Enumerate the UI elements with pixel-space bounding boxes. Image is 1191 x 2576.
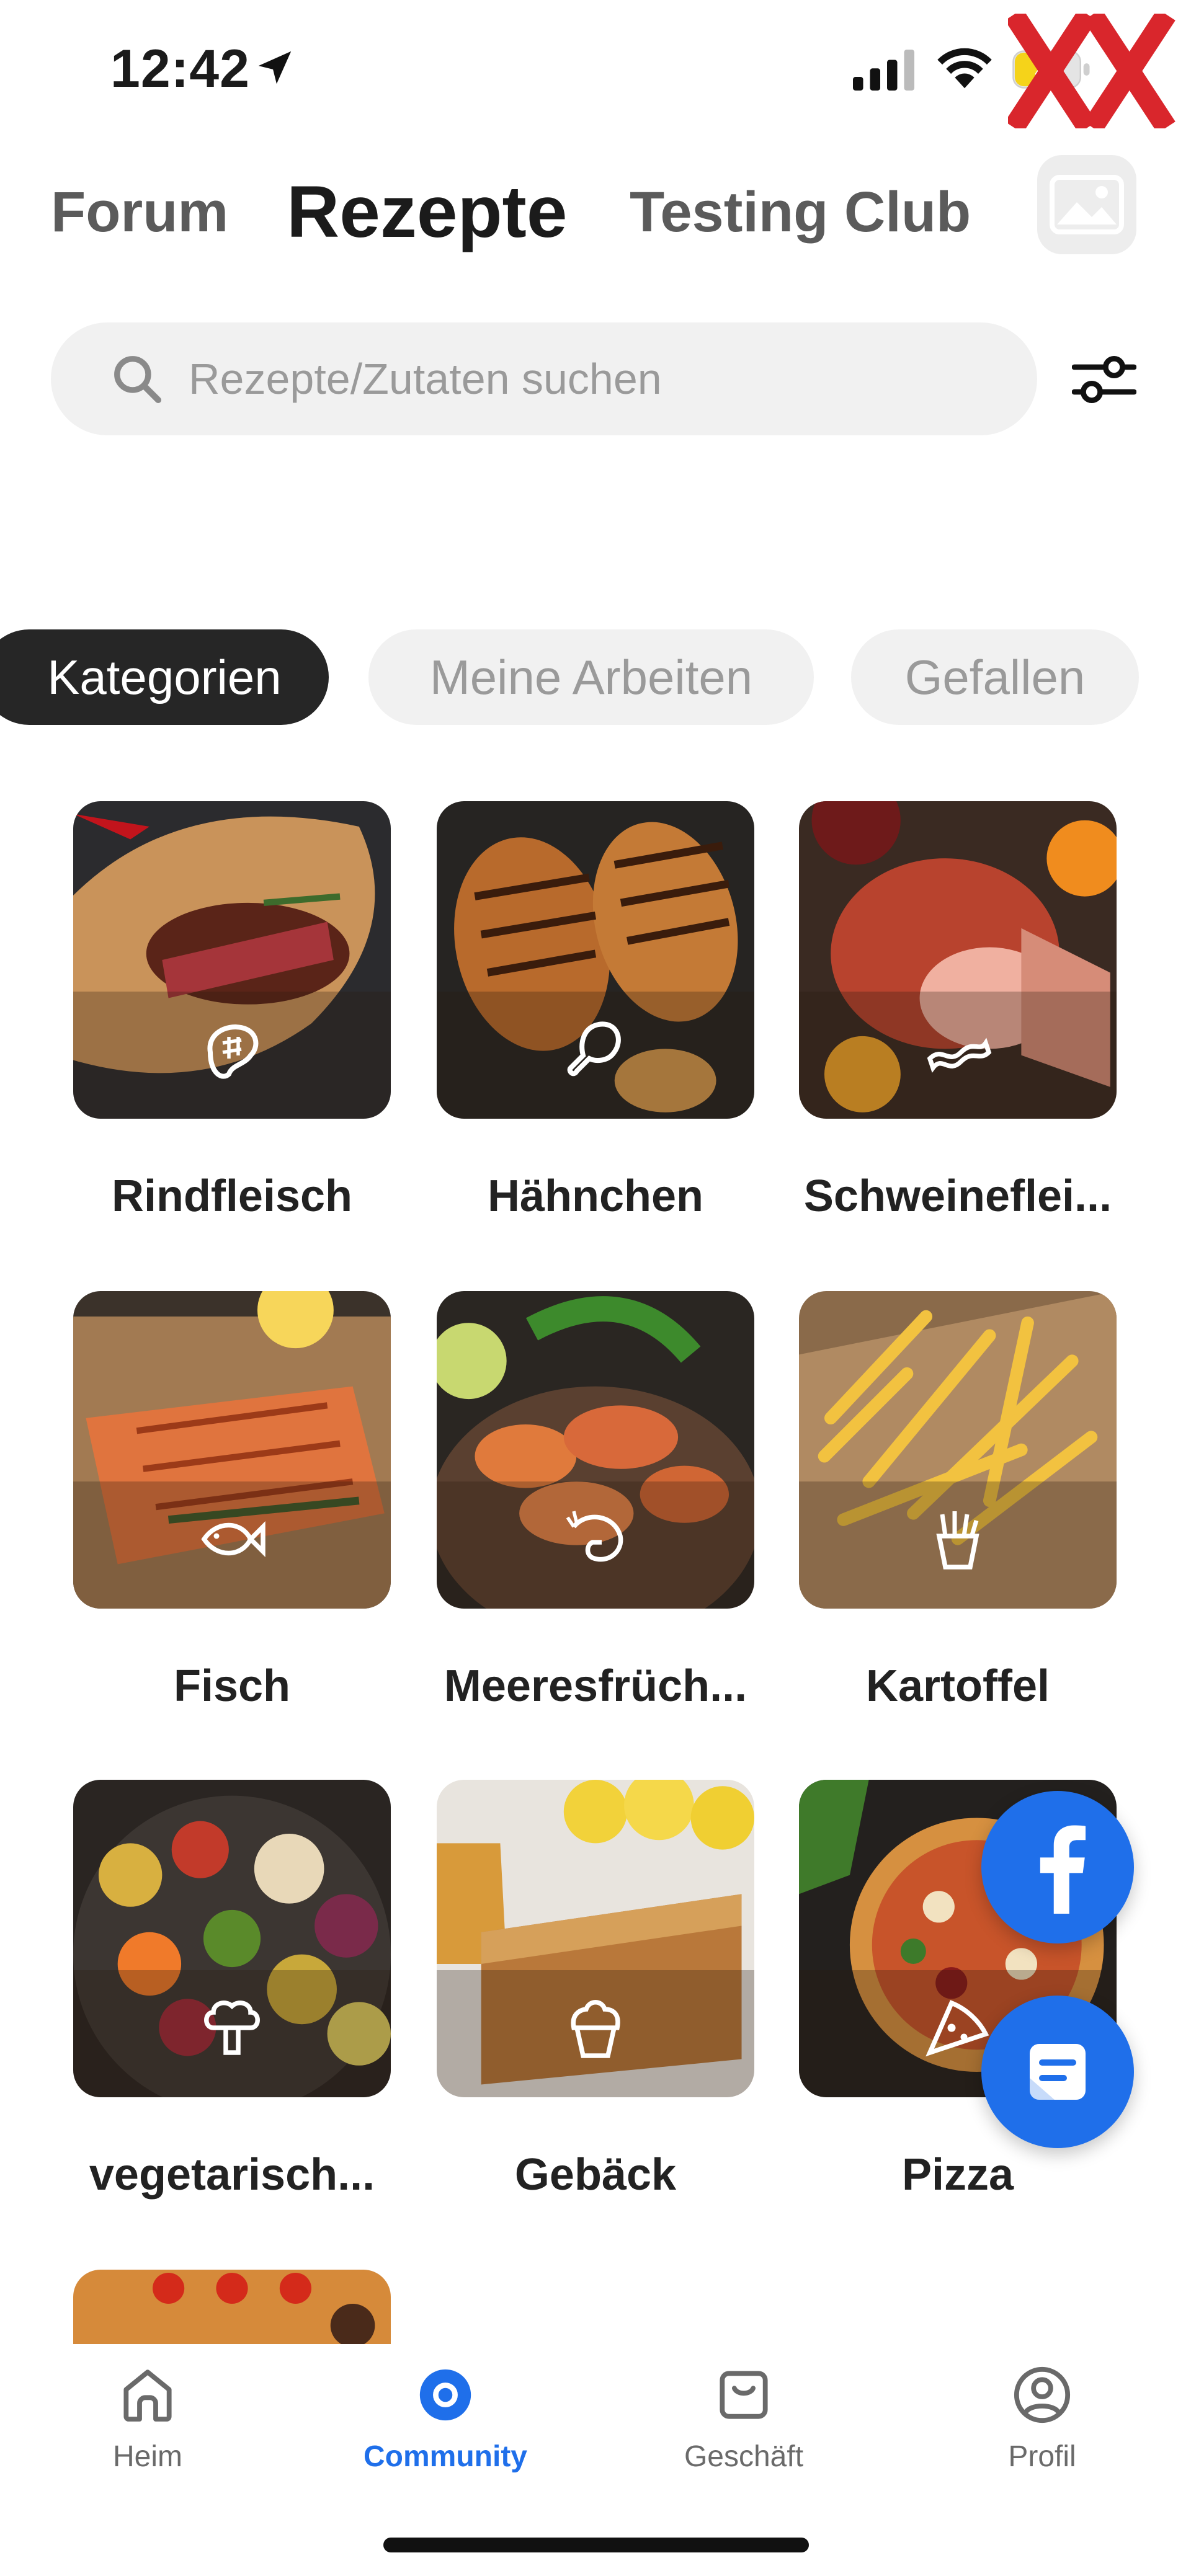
tab-forum[interactable]: Forum (51, 180, 228, 245)
category-image (799, 1291, 1117, 1609)
pill-gefallen[interactable]: Gefallen (851, 629, 1139, 725)
pill-kategorien[interactable]: Kategorien (0, 629, 329, 725)
shrimp-icon (566, 1511, 623, 1562)
category-label: Schweineflei... (803, 1171, 1112, 1221)
cellular-signal-icon (853, 50, 914, 91)
wifi-icon (937, 48, 992, 89)
category-label: vegetarisch... (89, 2150, 375, 2200)
community-icon (419, 2369, 471, 2421)
status-time: 12:42 (110, 39, 250, 99)
bacon-icon (927, 1037, 992, 1073)
category-card-rindfleisch[interactable]: Rindfleisch (73, 801, 391, 1221)
fish-icon (201, 1521, 265, 1558)
category-label: Pizza (901, 2150, 1014, 2200)
category-card-partial[interactable] (73, 2270, 391, 2344)
status-bar: 12:42 48 (0, 0, 1191, 143)
pill-meine-arbeiten[interactable]: Meine Arbeiten (368, 629, 814, 725)
nav-label: Profil (1008, 2440, 1076, 2473)
nav-heim[interactable]: Heim (55, 2363, 241, 2499)
profile-icon (1014, 2366, 1071, 2423)
category-card-kartoffel[interactable]: Kartoffel (799, 1291, 1117, 1711)
cupcake-icon (571, 2000, 620, 2058)
category-label: Fisch (173, 1661, 291, 1711)
profile-avatar[interactable] (1037, 155, 1136, 254)
category-image (437, 1780, 754, 2097)
fries-icon (936, 1511, 979, 1570)
watermark-logo (1008, 14, 1175, 128)
food-photo (73, 2270, 391, 2344)
category-image (73, 1291, 391, 1609)
nav-community[interactable]: Community (352, 2363, 538, 2499)
broccoli-icon (204, 2001, 260, 2055)
facebook-button[interactable] (981, 1791, 1134, 1943)
home-icon (123, 2369, 172, 2422)
steak-icon (207, 1024, 259, 1079)
filter-sliders-icon (1072, 355, 1136, 404)
category-card-schweinefleisch[interactable]: Schweineflei... (799, 801, 1117, 1221)
category-label: Kartoffel (865, 1661, 1050, 1711)
tab-testing-club[interactable]: Testing Club (630, 180, 971, 245)
category-image (73, 1780, 391, 2097)
nav-profil[interactable]: Profil (949, 2363, 1135, 2499)
category-card-meeresfruechte[interactable]: Meeresfrüch... (437, 1291, 754, 1711)
category-card-fisch[interactable]: Fisch (73, 1291, 391, 1711)
category-image (73, 2270, 391, 2344)
nav-label: Heim (112, 2440, 182, 2473)
nav-label: Community (364, 2440, 527, 2473)
category-card-haehnchen[interactable]: Hähnchen (437, 801, 754, 1221)
notes-icon (1030, 2044, 1086, 2100)
tab-rezepte[interactable]: Rezepte (287, 170, 567, 254)
top-tabs: Forum Rezepte Testing Club (0, 155, 1191, 279)
category-image (437, 1291, 754, 1609)
home-indicator (383, 2538, 809, 2552)
filter-button[interactable] (1067, 342, 1141, 417)
category-image (73, 801, 391, 1119)
category-card-vegetarisch[interactable]: vegetarisch... (73, 1780, 391, 2200)
notes-button[interactable] (981, 1996, 1134, 2148)
search-bar[interactable] (51, 322, 1037, 435)
category-image (437, 801, 754, 1119)
category-label: Gebäck (514, 2150, 677, 2200)
shopping-bag-icon (720, 2371, 768, 2419)
category-label: Meeresfrüch... (444, 1661, 747, 1711)
category-label: Hähnchen (487, 1171, 704, 1221)
category-image (799, 801, 1117, 1119)
search-input[interactable] (189, 341, 995, 417)
category-card-gebaeck[interactable]: Gebäck (437, 1780, 754, 2200)
category-label: Rindfleisch (111, 1171, 353, 1221)
search-icon (114, 356, 162, 404)
chicken-leg-icon (567, 1021, 621, 1077)
location-arrow-icon (258, 51, 292, 84)
image-placeholder-icon (1050, 175, 1124, 234)
nav-label: Geschäft (684, 2440, 804, 2473)
nav-geschaeft[interactable]: Geschäft (651, 2363, 837, 2499)
facebook-icon (1040, 1825, 1086, 1914)
